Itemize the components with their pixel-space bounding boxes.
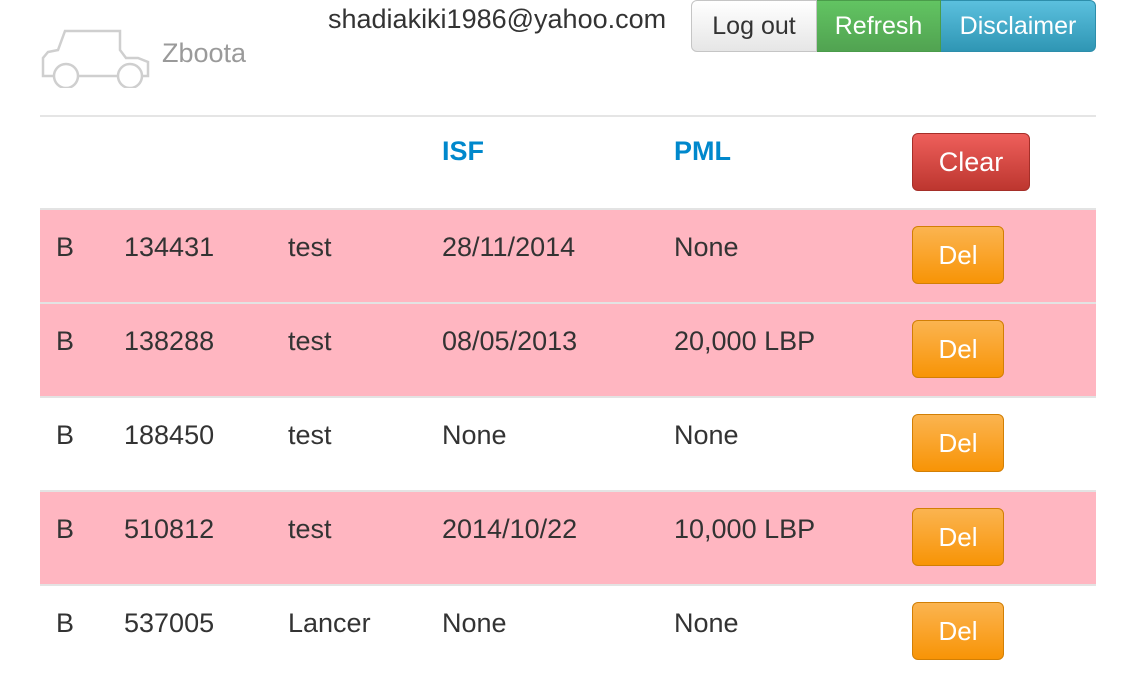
table-row: B 138288 test 08/05/2013 20,000 LBP Del [40,302,1096,396]
cell-code: B [56,420,75,450]
del-button[interactable]: Del [912,226,1004,284]
cell-pml: 10,000 LBP [674,514,816,544]
cell-code: B [56,232,75,262]
cell-code: B [56,326,75,356]
vehicle-table: B 134431 test 28/11/2014 None Del B 1382… [40,208,1096,678]
cell-pml: None [674,420,739,450]
user-email: shadiakiki1986@yahoo.com [328,4,667,34]
cell-number: 537005 [124,608,215,638]
cell-number: 134431 [124,232,215,262]
table-row: B 188450 test None None Del [40,396,1096,490]
disclaimer-button[interactable]: Disclaimer [941,0,1096,52]
cell-code: B [56,608,75,638]
table-row: B 510812 test 2014/10/22 10,000 LBP Del [40,490,1096,584]
clear-button[interactable]: Clear [912,133,1030,191]
car-logo-icon [40,28,155,90]
cell-pml: None [674,608,739,638]
cell-pml: None [674,232,739,262]
del-button[interactable]: Del [912,414,1004,472]
cell-name: Lancer [288,608,371,638]
table-row: B 134431 test 28/11/2014 None Del [40,208,1096,302]
del-button[interactable]: Del [912,602,1004,660]
cell-name: test [288,420,332,450]
brand-name: Zboota [162,38,247,68]
cell-isf: None [442,420,507,450]
del-button[interactable]: Del [912,320,1004,378]
logout-button[interactable]: Log out [691,0,817,52]
cell-number: 188450 [124,420,215,450]
column-header-pml[interactable]: PML [674,136,731,167]
cell-number: 510812 [124,514,215,544]
cell-code: B [56,514,75,544]
cell-isf: None [442,608,507,638]
table-row: B 537005 Lancer None None Del [40,584,1096,678]
cell-name: test [288,514,332,544]
column-header-isf[interactable]: ISF [442,136,484,167]
header-button-group: Log out Refresh Disclaimer [691,0,1096,52]
refresh-button[interactable]: Refresh [817,0,941,52]
cell-name: test [288,232,332,262]
cell-name: test [288,326,332,356]
cell-pml: 20,000 LBP [674,326,816,356]
header-divider [40,115,1096,117]
cell-number: 138288 [124,326,215,356]
cell-isf: 08/05/2013 [442,326,578,356]
cell-isf: 2014/10/22 [442,514,578,544]
cell-isf: 28/11/2014 [442,232,576,262]
del-button[interactable]: Del [912,508,1004,566]
